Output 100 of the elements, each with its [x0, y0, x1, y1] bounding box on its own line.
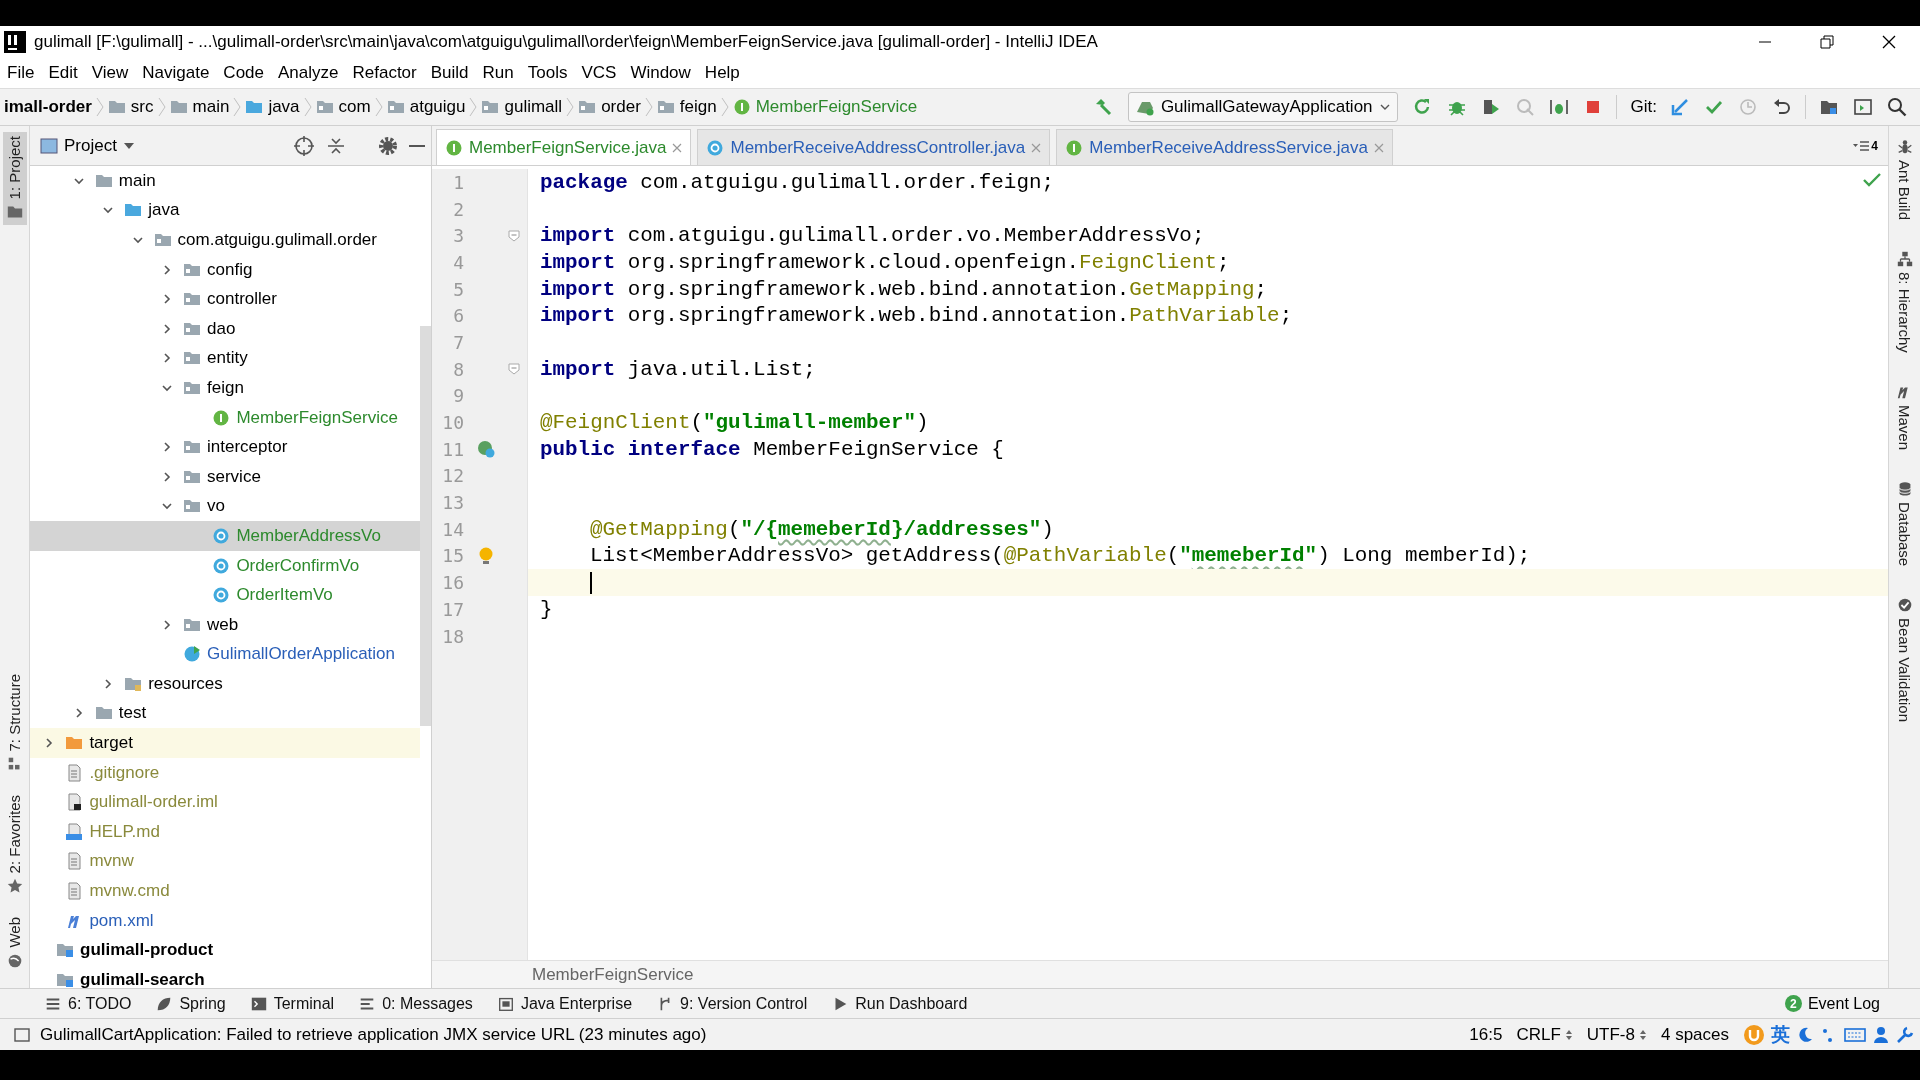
tree-row[interactable]: test: [30, 698, 420, 729]
menu-item[interactable]: Navigate: [137, 62, 219, 83]
minimize-panel-icon[interactable]: [409, 144, 425, 147]
tool-window-tab[interactable]: Ant Build: [1892, 134, 1917, 225]
tree-row[interactable]: HELP.md: [30, 817, 420, 847]
tool-window-tab[interactable]: 8: Hierarchy: [1892, 246, 1917, 357]
tree-row[interactable]: mvnw.cmd: [30, 876, 420, 906]
tool-window-tab[interactable]: Web: [2, 913, 27, 974]
tool-window-tab[interactable]: Maven: [1892, 378, 1917, 454]
breadcrumb-item[interactable]: MemberFeignService: [755, 97, 918, 117]
tool-window-tab[interactable]: Bean Validation: [1892, 592, 1917, 727]
chevron-down-icon[interactable]: [131, 234, 144, 246]
tree-row[interactable]: vo: [30, 491, 420, 522]
tree-row[interactable]: service: [30, 461, 420, 492]
scrollbar[interactable]: [420, 326, 431, 726]
close-icon[interactable]: [1031, 142, 1042, 153]
tree-row[interactable]: gulimall-search: [30, 965, 420, 988]
editor-tab[interactable]: MemberReceiveAddressController.java: [697, 129, 1051, 165]
line-separator-selector[interactable]: CRLF: [1516, 1024, 1573, 1045]
user-icon[interactable]: [1872, 1025, 1890, 1044]
tool-window-tab[interactable]: 0: Messages: [358, 994, 473, 1013]
event-log-tab[interactable]: 2 Event Log: [1784, 994, 1880, 1013]
tree-row[interactable]: com.atguigu.gulimall.order: [30, 225, 420, 255]
tree-row[interactable]: dao: [30, 313, 420, 344]
encoding-selector[interactable]: UTF-8: [1586, 1024, 1647, 1045]
menu-item[interactable]: Build: [425, 62, 478, 83]
tree-row[interactable]: OrderConfirmVo: [30, 550, 420, 581]
tree-row[interactable]: gulimall-product: [30, 935, 420, 966]
menu-item[interactable]: Refactor: [347, 62, 426, 83]
tool-window-tab[interactable]: 6: TODO: [44, 994, 132, 1013]
tree-row[interactable]: main: [30, 166, 420, 196]
breadcrumb-item[interactable]: gulimall: [504, 97, 563, 117]
tool-window-tab[interactable]: Terminal: [249, 994, 335, 1013]
tree-row[interactable]: .gitignore: [30, 757, 420, 788]
close-icon[interactable]: [672, 142, 683, 153]
breadcrumb-item[interactable]: src: [130, 97, 154, 117]
tool-window-tab[interactable]: Spring: [155, 994, 226, 1013]
tree-row[interactable]: interceptor: [30, 432, 420, 462]
panel-toggle-icon[interactable]: [14, 1026, 30, 1043]
crosshair-icon[interactable]: [293, 134, 315, 157]
breadcrumb-item[interactable]: atguigu: [409, 97, 466, 117]
run-config-dropdown[interactable]: GulimallGatewayApplication: [1127, 92, 1398, 122]
breadcrumb-item[interactable]: feign: [679, 97, 717, 117]
tool-window-tab[interactable]: 1: Project: [2, 132, 27, 226]
tab-list-icon[interactable]: [1853, 139, 1870, 152]
menu-item[interactable]: VCS: [576, 62, 626, 83]
caret-position[interactable]: 16:5: [1469, 1024, 1503, 1045]
indent-selector[interactable]: 4 spaces: [1660, 1024, 1729, 1045]
chevron-right-icon[interactable]: [161, 263, 173, 276]
menu-item[interactable]: Tools: [522, 62, 577, 83]
editor-tab[interactable]: MemberReceiveAddressService.java: [1056, 129, 1393, 165]
tree-row[interactable]: target: [30, 728, 420, 758]
chevron-right-icon[interactable]: [161, 352, 173, 365]
chevron-right-icon[interactable]: [161, 618, 173, 631]
project-view-selector[interactable]: Project: [36, 133, 139, 158]
tree-row[interactable]: feign: [30, 373, 420, 403]
tree-row[interactable]: config: [30, 254, 420, 285]
breadcrumb-item[interactable]: imall-order: [4, 97, 92, 117]
tool-window-tab[interactable]: Database: [1892, 475, 1917, 571]
breadcrumb-item[interactable]: main: [192, 97, 230, 117]
chevron-right-icon[interactable]: [161, 293, 173, 306]
tree-row[interactable]: entity: [30, 343, 420, 374]
editor-breadcrumb[interactable]: MemberFeignService: [532, 964, 694, 985]
menu-item[interactable]: Code: [218, 62, 273, 83]
ime-logo-icon[interactable]: [1743, 1023, 1765, 1046]
menu-item[interactable]: Help: [699, 62, 749, 83]
settings-icon[interactable]: [377, 134, 399, 157]
menu-item[interactable]: Edit: [43, 62, 87, 83]
menu-item[interactable]: Window: [625, 62, 700, 83]
editor-tab[interactable]: MemberFeignService.java: [436, 129, 692, 165]
moon-icon[interactable]: [1796, 1025, 1814, 1044]
tree-row[interactable]: OrderItemVo: [30, 580, 420, 610]
tree-row[interactable]: pom.xml: [30, 905, 420, 936]
tool-window-tab[interactable]: 2: Favorites: [2, 791, 27, 900]
lightbulb-icon[interactable]: [478, 545, 494, 566]
breadcrumb-item[interactable]: java: [268, 97, 300, 117]
tree-row[interactable]: web: [30, 609, 420, 640]
tree-row[interactable]: resources: [30, 669, 420, 699]
breadcrumb-item[interactable]: order: [601, 97, 641, 117]
keyboard-icon[interactable]: [1844, 1025, 1866, 1044]
ime-language-toggle[interactable]: 英: [1771, 1021, 1790, 1048]
tool-window-tab[interactable]: Java Enterprise: [496, 994, 633, 1013]
wrench-icon[interactable]: [1896, 1025, 1914, 1044]
tool-window-tab[interactable]: 7: Structure: [2, 669, 27, 778]
tree-row[interactable]: MemberFeignService: [30, 402, 420, 433]
chevron-right-icon[interactable]: [161, 470, 173, 483]
breadcrumb-item[interactable]: com: [338, 97, 371, 117]
chevron-right-icon[interactable]: [161, 441, 173, 454]
menu-item[interactable]: Run: [477, 62, 523, 83]
tree-row[interactable]: mvnw: [30, 846, 420, 877]
menu-item[interactable]: File: [2, 62, 44, 83]
menu-item[interactable]: Analyze: [273, 62, 348, 83]
tree-row[interactable]: GulimallOrderApplication: [30, 639, 420, 670]
close-icon[interactable]: [1374, 142, 1384, 153]
menu-item[interactable]: View: [86, 62, 138, 83]
tool-window-tab[interactable]: 9: Version Control: [656, 994, 808, 1013]
tree-row[interactable]: gulimall-order.iml: [30, 787, 420, 818]
tree-row[interactable]: controller: [30, 284, 420, 314]
chevron-right-icon[interactable]: [161, 322, 173, 335]
tree-row[interactable]: java: [30, 195, 420, 226]
